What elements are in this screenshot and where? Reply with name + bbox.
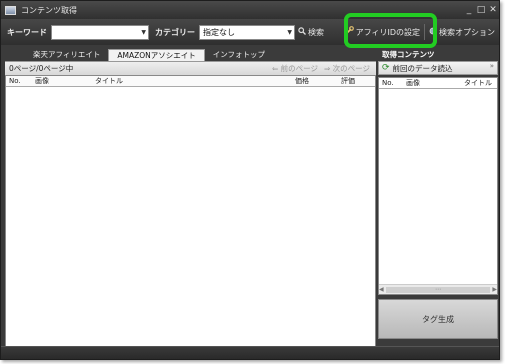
minimize-button[interactable]: _: [463, 5, 475, 15]
keyword-combo[interactable]: ▼: [51, 24, 149, 40]
category-select[interactable]: 指定なし ▼: [199, 24, 295, 40]
results-grid[interactable]: No. 画像 タイトル 価格 評価: [5, 75, 376, 354]
pager-bar: 0ページ/0ページ中 ⇐ 前のページ ⇒ 次のページ: [5, 61, 376, 75]
chevron-down-icon[interactable]: ▼: [287, 29, 292, 36]
status-bar: [1, 346, 499, 359]
col-price[interactable]: 価格: [292, 76, 338, 86]
col-image[interactable]: 画像: [403, 78, 461, 88]
search-button-label: 検索: [308, 27, 324, 37]
generate-tags-button[interactable]: タグ生成: [378, 299, 498, 339]
col-no[interactable]: No.: [6, 77, 32, 85]
tab-amazon[interactable]: AMAZONアソシエイト: [108, 49, 205, 61]
collected-list[interactable]: No. 画像 タイトル ◀ ⋯ ▶: [378, 77, 498, 295]
keyword-label: キーワード: [7, 27, 47, 37]
results-pane: 楽天アフィリエイト AMAZONアソシエイト インフォトップ 0ページ/0ページ…: [5, 49, 376, 355]
col-rating[interactable]: 評価: [338, 76, 368, 86]
scroll-left-icon[interactable]: ◀: [379, 286, 384, 293]
search-button[interactable]: 検索: [298, 26, 324, 38]
app-icon: [5, 5, 16, 15]
close-button[interactable]: ✕: [487, 5, 499, 15]
col-title[interactable]: タイトル: [461, 78, 497, 88]
search-options-label: 検索オプション: [439, 27, 495, 37]
search-options-button[interactable]: 検索オプション: [429, 27, 495, 38]
col-title[interactable]: タイトル: [92, 76, 292, 86]
tab-infotop[interactable]: インフォトップ: [205, 49, 273, 61]
grid-header: No. 画像 タイトル 価格 評価: [6, 76, 375, 87]
scroll-thumb[interactable]: ⋯: [385, 286, 491, 293]
search-icon: [298, 26, 306, 38]
horizontal-scrollbar[interactable]: ◀ ⋯ ▶: [379, 284, 497, 294]
category-value: 指定なし: [203, 27, 235, 37]
col-image[interactable]: 画像: [32, 76, 92, 86]
category-label: カテゴリー: [155, 27, 195, 37]
load-previous-data-button[interactable]: ⟳ 前回のデータ読込 »: [378, 61, 498, 75]
page-status: 0ページ/0ページ中: [9, 64, 74, 73]
scroll-right-icon[interactable]: ▶: [492, 286, 497, 293]
chevron-right-icon[interactable]: »: [490, 62, 494, 70]
maximize-button[interactable]: □: [475, 5, 487, 15]
load-previous-data-label: 前回のデータ読込: [392, 63, 453, 73]
collected-content-title: 取得コンテンツ: [382, 50, 435, 59]
refresh-icon: ⟳: [382, 63, 390, 73]
tab-rakuten[interactable]: 楽天アフィリエイト: [25, 49, 108, 61]
collected-list-header: No. 画像 タイトル: [379, 78, 497, 89]
app-window: コンテンツ取得 _ □ ✕ キーワード ▼ カテゴリー 指定なし ▼ 検索 アフ…: [0, 0, 500, 360]
next-page-button[interactable]: ⇒ 次のページ: [324, 63, 370, 74]
prev-page-button[interactable]: ⇐ 前のページ: [272, 63, 318, 74]
col-no[interactable]: No.: [379, 79, 403, 87]
chevron-down-icon[interactable]: ▼: [141, 29, 146, 36]
affiliate-tabs: 楽天アフィリエイト AMAZONアソシエイト インフォトップ: [25, 49, 273, 61]
collected-content-pane: 取得コンテンツ ⟳ 前回のデータ読込 » No. 画像 タイトル ◀ ⋯ ▶ タ…: [378, 49, 498, 355]
highlight-annotation: [344, 13, 437, 48]
